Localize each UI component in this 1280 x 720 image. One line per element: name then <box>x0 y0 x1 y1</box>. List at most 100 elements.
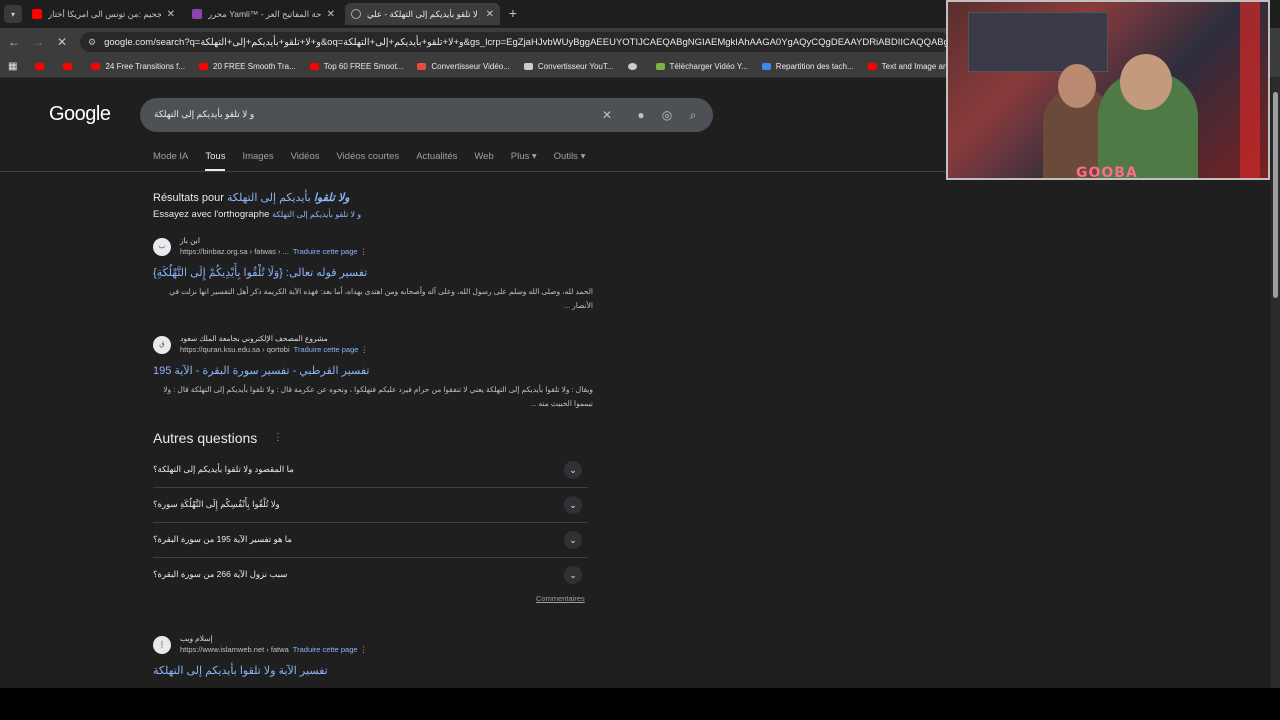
bookmark-item[interactable]: Convertisseur YouT... <box>523 62 614 71</box>
search-result: ب ابن باز https://binbaz.org.sa › fatwas… <box>153 236 593 313</box>
question-item[interactable]: ولا تُلْقُوا بِأَنْفُسِكُم إِلَى التَّهْ… <box>153 488 588 523</box>
clear-icon[interactable]: ✕ <box>598 106 616 124</box>
result-source[interactable]: ق مشروع المصحف الإلكتروني بجامعة الملك س… <box>153 334 593 358</box>
chevron-down-icon[interactable]: ⌄ <box>564 566 582 584</box>
site-favicon: ب <box>153 238 171 256</box>
youtube-icon <box>309 63 319 70</box>
youtube-icon <box>63 63 73 70</box>
bookmark-item[interactable]: Repartition des tach... <box>761 62 854 71</box>
bookmark-item[interactable] <box>63 63 77 70</box>
tab-title: و لا تلقو بأيديكم إلى التهلكة - علي <box>367 8 480 19</box>
result-source[interactable]: ب ابن باز https://binbaz.org.sa › fatwas… <box>153 236 593 260</box>
youtube-icon <box>32 9 42 19</box>
page-scrollbar[interactable] <box>1271 78 1280 688</box>
result-title-link[interactable]: تفسير الآية ولا تلقوا بأيديكم إلى التهلك… <box>153 664 593 677</box>
tab-search-menu-button[interactable]: ▾ <box>4 5 22 23</box>
back-arrow-icon[interactable]: ← <box>6 34 22 50</box>
question-item[interactable]: ما المقصود ولا تلقوا بأيديكم إلى التهلكة… <box>153 453 588 488</box>
original-query-link[interactable]: و لا تلقو بأيديكم إلى التهلكة <box>272 210 361 219</box>
lens-camera-icon[interactable]: ◎ <box>658 106 676 124</box>
site-name: ابن باز <box>180 236 200 245</box>
site-favicon: إ <box>153 636 171 654</box>
background-light <box>1240 2 1260 178</box>
tab-more[interactable]: Plus ▾ <box>511 151 537 171</box>
youtube-icon <box>35 63 45 70</box>
site-name: إسلام ويب <box>180 634 213 643</box>
bookmark-item[interactable] <box>35 63 49 70</box>
question-text: ما المقصود ولا تلقوا بأيديكم إلى التهلكة… <box>153 464 294 474</box>
person-left-head <box>1058 64 1096 108</box>
bookmark-item[interactable]: 24 Free Transitions f... <box>91 62 185 71</box>
corrected-query-link[interactable]: ولا تلقوا بأيديكم إلى التهلكة <box>227 192 350 204</box>
translate-link[interactable]: Traduire cette page <box>293 645 358 654</box>
tab-short-videos[interactable]: Vidéos courtes <box>337 151 400 171</box>
search-result: ق مشروع المصحف الإلكتروني بجامعة الملك س… <box>153 334 593 411</box>
bookmark-item[interactable]: Télécharger Vidéo Y... <box>655 62 748 71</box>
tab-tools[interactable]: Outils ▾ <box>554 151 586 171</box>
apps-grid-icon[interactable]: ▦ <box>8 61 17 72</box>
browser-tab[interactable]: الجحيم :من تونس الى امريكا أختار ✕ <box>26 3 181 25</box>
search-result: إ إسلام ويب https://www.islamweb.net › f… <box>153 634 593 677</box>
translate-link[interactable]: Traduire cette page <box>293 247 358 256</box>
browser-tab[interactable]: محرر Yamli™ - لوحة المفاتيح العر ✕ <box>186 3 341 25</box>
chevron-down-icon[interactable]: ⌄ <box>564 461 582 479</box>
globe-icon <box>627 63 637 70</box>
spelling-correction: Résultats pour ولا تلقوا بأيديكم إلى الت… <box>153 192 350 204</box>
tab-close-icon[interactable]: ✕ <box>327 9 335 20</box>
more-options-icon[interactable]: ⋮ <box>360 247 368 256</box>
result-snippet: الحمد لله، وصلى الله وسلم على رسول الله،… <box>169 287 593 310</box>
tab-all[interactable]: Tous <box>205 151 226 171</box>
tab-news[interactable]: Actualités <box>416 151 457 171</box>
question-item[interactable]: سبب نزول الآية 266 من سورة البقرة؟ ⌄ <box>153 558 588 593</box>
search-box[interactable]: و لا تلقو بأيديكم إلى التهلكة ✕ ● ◎ ⌕ <box>140 98 713 132</box>
forward-arrow-icon[interactable]: → <box>30 34 46 50</box>
question-text: سبب نزول الآية 266 من سورة البقرة؟ <box>153 569 288 579</box>
bookmark-item[interactable] <box>627 63 642 70</box>
background-shelf <box>968 12 1108 72</box>
site-info-icon[interactable]: ⚙ <box>88 37 96 48</box>
webcam-overlay: GOOBA <box>946 0 1270 180</box>
question-text: ما هو تفسير الآية 195 من سورة البقرة؟ <box>153 534 292 544</box>
address-bar-url: google.com/search?q=و+لا+تلقو+بأيديكم+إل… <box>104 36 950 48</box>
tab-videos[interactable]: Vidéos <box>291 151 320 171</box>
result-title-link[interactable]: تفسير القرطبي - تفسير سورة البقرة - الآي… <box>153 364 593 377</box>
google-logo[interactable]: Google <box>49 103 111 126</box>
tab-close-icon[interactable]: ✕ <box>486 9 494 20</box>
more-options-icon[interactable]: ⋮ <box>361 345 369 354</box>
more-options-icon[interactable]: ⋮ <box>273 432 283 443</box>
tab-web[interactable]: Web <box>474 151 493 171</box>
search-input[interactable]: و لا تلقو بأيديكم إلى التهلكة <box>154 109 254 120</box>
bookmark-item[interactable]: Top 60 FREE Smoot... <box>309 62 403 71</box>
tab-images[interactable]: Images <box>242 151 273 171</box>
translate-link[interactable]: Traduire cette page <box>294 345 359 354</box>
result-title-link[interactable]: تفسير قوله تعالى: {وَلَا تُلْقُوا بِأَيْ… <box>153 266 593 279</box>
loading-spinner-icon <box>351 9 361 19</box>
bookmark-item[interactable]: 20 FREE Smooth Tra... <box>199 62 296 71</box>
bookmark-item[interactable]: Convertisseur Vidéo... <box>417 62 510 71</box>
microphone-icon[interactable]: ● <box>632 106 650 124</box>
chevron-down-icon[interactable]: ⌄ <box>564 531 582 549</box>
chevron-down-icon[interactable]: ⌄ <box>564 496 582 514</box>
tab-close-icon[interactable]: ✕ <box>167 9 175 20</box>
people-also-ask-heading: Autres questions <box>153 430 258 446</box>
feedback-link[interactable]: Commentaires <box>536 594 585 603</box>
site-url: https://quran.ksu.edu.sa › qortobi Tradui… <box>180 345 369 354</box>
search-icon[interactable]: ⌕ <box>684 106 702 124</box>
bottom-bar <box>0 688 1280 720</box>
new-tab-button[interactable]: + <box>505 5 521 21</box>
address-bar[interactable]: ⚙ google.com/search?q=و+لا+تلقو+بأيديكم+… <box>80 32 950 52</box>
stop-loading-icon[interactable]: ✕ <box>54 34 70 50</box>
tab-title: الجحيم :من تونس الى امريكا أختار <box>48 8 161 19</box>
scrollbar-thumb[interactable] <box>1273 92 1278 298</box>
browser-tab-active[interactable]: و لا تلقو بأيديكم إلى التهلكة - علي ✕ <box>345 3 500 25</box>
more-options-icon[interactable]: ⋮ <box>360 645 368 654</box>
download-icon <box>655 63 665 70</box>
result-snippet: ويقال : ولا تلقوا بأيديكم إلى التهلكة يع… <box>163 385 593 408</box>
tab-mode-ia[interactable]: Mode IA <box>153 151 188 171</box>
question-item[interactable]: ما هو تفسير الآية 195 من سورة البقرة؟ ⌄ <box>153 523 588 558</box>
bookmark-item[interactable]: Text and Image ani... <box>867 62 956 71</box>
youtube-icon <box>867 63 877 70</box>
site-favicon: ق <box>153 336 171 354</box>
tab-title: محرر Yamli™ - لوحة المفاتيح العر <box>208 8 321 19</box>
result-source[interactable]: إ إسلام ويب https://www.islamweb.net › f… <box>153 634 593 658</box>
